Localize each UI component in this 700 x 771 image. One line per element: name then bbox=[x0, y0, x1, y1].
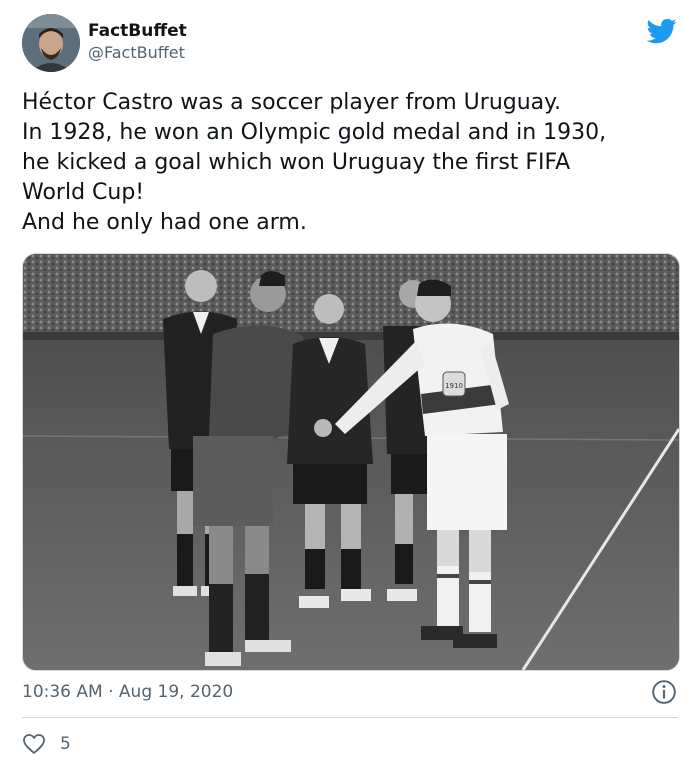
profile-avatar-icon bbox=[22, 14, 80, 72]
timestamp-separator: · bbox=[108, 682, 114, 702]
tweet-text-line: And he only had one arm. bbox=[22, 210, 307, 235]
tweet-timestamp[interactable]: 10:36 AM · Aug 19, 2020 bbox=[22, 680, 233, 704]
tweet-text: Héctor Castro was a soccer player from U… bbox=[22, 88, 682, 238]
author-block[interactable]: FactBuffet @FactBuffet bbox=[88, 20, 187, 64]
tweet-text-line: he kicked a goal which won Uruguay the f… bbox=[22, 150, 571, 175]
avatar[interactable] bbox=[22, 14, 80, 72]
like-count: 5 bbox=[60, 734, 71, 754]
tweet-text-line: In 1928, he won an Olympic gold medal an… bbox=[22, 120, 607, 145]
author-handle[interactable]: @FactBuffet bbox=[88, 42, 187, 64]
tweet-time[interactable]: 10:36 AM bbox=[22, 680, 103, 704]
tweet-text-line: World Cup! bbox=[22, 180, 145, 205]
author-display-name[interactable]: FactBuffet bbox=[88, 20, 187, 42]
info-icon[interactable] bbox=[651, 679, 677, 705]
tweet-photo[interactable]: 1910 bbox=[22, 253, 680, 671]
soccer-handshake-photo: 1910 bbox=[23, 254, 679, 670]
jersey-badge: 1910 bbox=[445, 382, 463, 390]
tweet-date[interactable]: Aug 19, 2020 bbox=[119, 680, 233, 704]
divider bbox=[22, 717, 678, 718]
twitter-bird-icon[interactable] bbox=[645, 16, 679, 46]
tweet-text-line: Héctor Castro was a soccer player from U… bbox=[22, 90, 562, 115]
heart-icon[interactable] bbox=[22, 733, 46, 755]
tweet-card: FactBuffet @FactBuffet Héctor Castro was… bbox=[0, 0, 700, 771]
